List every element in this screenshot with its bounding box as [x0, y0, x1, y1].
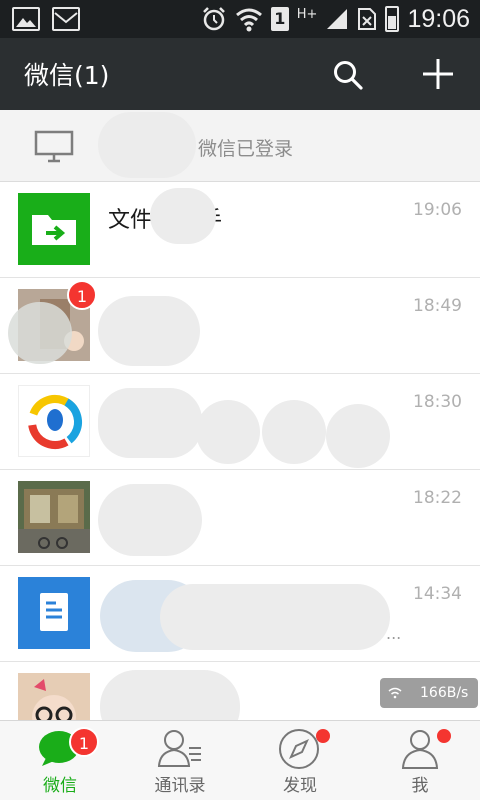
no-sim-icon: [358, 8, 377, 30]
tab-me[interactable]: 我: [360, 721, 480, 800]
blurred-region: [326, 404, 390, 468]
add-plus-icon[interactable]: [421, 57, 455, 91]
tab-unread-badge: 1: [69, 727, 99, 757]
web-login-banner[interactable]: 微信已登录: [0, 110, 480, 182]
chat-list: 文件 手 19:06 1 18:49 18:30: [0, 182, 480, 758]
tab-label: 通讯录: [154, 776, 206, 796]
chat-item[interactable]: 1 18:49: [0, 278, 480, 374]
bottom-tab-bar: 1 微信 通讯录 发现 我: [0, 720, 480, 800]
monitor-icon: [34, 130, 74, 163]
sim-slot-indicator: 1: [270, 7, 289, 31]
search-icon[interactable]: [333, 60, 363, 90]
penguin-logo-icon: [28, 395, 82, 449]
network-speed-indicator: 166B/s: [380, 678, 478, 708]
blurred-region: [98, 388, 202, 458]
tab-discover[interactable]: 发现: [240, 721, 360, 800]
tab-notification-dot: [316, 729, 330, 743]
chat-time: 18:22: [413, 488, 462, 508]
alarm-icon: [202, 7, 225, 31]
document-avatar: [18, 577, 90, 649]
tab-contacts[interactable]: 通讯录: [120, 721, 240, 800]
wifi-small-icon: [388, 678, 402, 712]
chat-item[interactable]: 18:22: [0, 470, 480, 566]
folder-arrow-icon: [32, 215, 76, 245]
contacts-icon: [157, 730, 201, 767]
chat-time: 18:49: [413, 296, 462, 316]
network-speed-value: 166B/s: [420, 685, 469, 701]
blurred-region: [160, 584, 390, 650]
blurred-region: [98, 484, 202, 556]
shop-photo-avatar: [18, 481, 90, 553]
battery-icon: [385, 6, 400, 32]
chat-time: 18:30: [413, 392, 462, 412]
message-notification-icon: [52, 7, 80, 31]
person-icon: [401, 730, 439, 769]
login-status-text: 微信已登录: [198, 138, 294, 160]
signal-icon: [327, 9, 348, 29]
file-helper-avatar: [18, 193, 90, 265]
tab-label: 微信: [43, 776, 77, 796]
status-bar: 1 H+ 19:06: [0, 0, 480, 38]
blurred-region: [98, 296, 200, 366]
image-notification-icon: [12, 7, 40, 31]
chat-preview: ...: [386, 624, 402, 643]
blurred-region: [150, 188, 216, 244]
unread-badge: 1: [67, 280, 97, 310]
page-title: 微信(1): [24, 61, 110, 90]
tab-notification-dot: [437, 729, 451, 743]
blurred-region: [262, 400, 326, 464]
wifi-icon: [235, 8, 262, 32]
chat-item[interactable]: 18:30: [0, 374, 480, 470]
tab-label: 我: [411, 776, 429, 796]
blurred-region: [196, 400, 260, 464]
tab-label: 发现: [283, 776, 317, 796]
tab-wechat[interactable]: 1 微信: [0, 721, 120, 800]
status-time: 19:06: [407, 4, 470, 33]
document-icon: [40, 593, 68, 631]
blurred-region: [8, 302, 72, 364]
blurred-region: [98, 112, 196, 178]
chat-time: 19:06: [413, 200, 462, 220]
chat-name: 文件: [108, 208, 153, 233]
network-type-label: H+: [296, 7, 318, 22]
chat-time: 14:34: [413, 584, 462, 604]
chat-item-file-helper[interactable]: 文件 手 19:06: [0, 182, 480, 278]
chat-item[interactable]: ... 14:34: [0, 566, 480, 662]
app-header: 微信(1): [0, 38, 480, 110]
qq-news-avatar: [18, 385, 90, 457]
